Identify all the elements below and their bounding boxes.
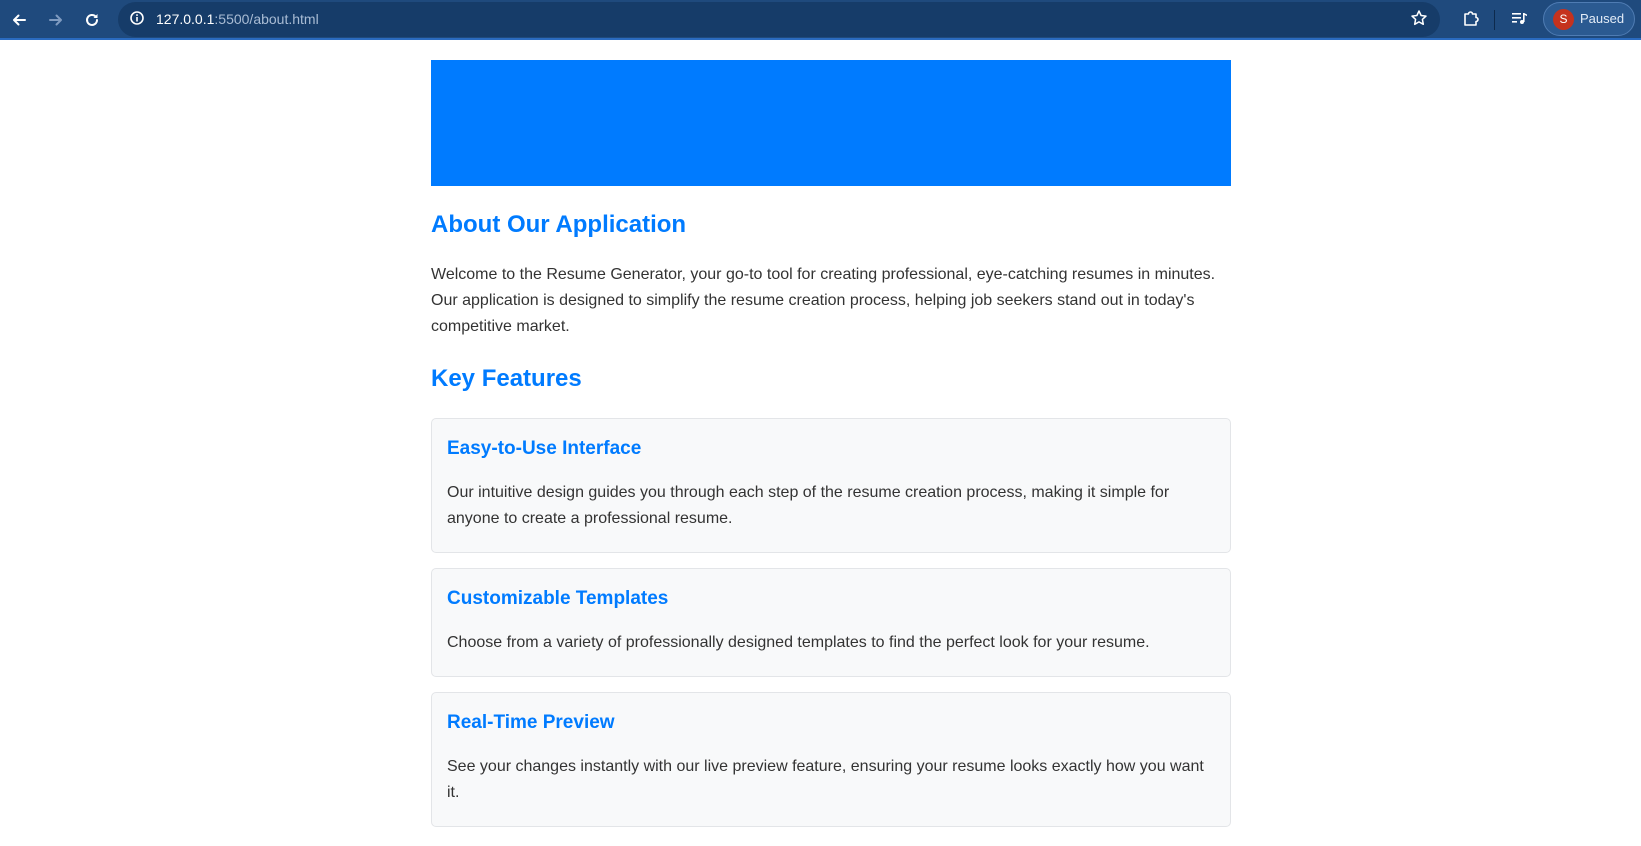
extensions-button[interactable] bbox=[1455, 4, 1487, 36]
url-host: 127.0.0.1 bbox=[156, 11, 215, 27]
media-controls-icon bbox=[1510, 9, 1528, 32]
arrow-left-icon bbox=[11, 12, 27, 28]
feature-title: Easy-to-Use Interface bbox=[447, 438, 642, 459]
info-icon bbox=[129, 10, 145, 31]
feature-description: Our intuitive design guides you through … bbox=[447, 484, 1170, 527]
media-controls-button[interactable] bbox=[1503, 4, 1535, 36]
page-viewport: About Our Application Welcome to the Res… bbox=[0, 40, 1641, 846]
feature-description: See your changes instantly with our live… bbox=[447, 758, 1204, 801]
back-button[interactable] bbox=[3, 4, 35, 36]
feature-card: Easy-to-Use Interface Our intuitive desi… bbox=[431, 418, 1231, 553]
header-banner bbox=[431, 60, 1231, 186]
features-heading: Key Features bbox=[431, 365, 582, 392]
star-icon bbox=[1410, 9, 1428, 32]
url-text[interactable]: 127.0.0.1:5500/about.html bbox=[156, 2, 319, 37]
puzzle-icon bbox=[1462, 9, 1480, 32]
url-path: :5500/about.html bbox=[214, 11, 319, 27]
forward-button[interactable] bbox=[40, 4, 72, 36]
site-info-button[interactable] bbox=[126, 9, 148, 31]
profile-status: Paused bbox=[1580, 11, 1625, 26]
reload-button[interactable] bbox=[76, 4, 108, 36]
profile-button[interactable]: S Paused bbox=[1543, 2, 1635, 36]
feature-list: Easy-to-Use Interface Our intuitive desi… bbox=[431, 418, 1231, 827]
feature-title: Customizable Templates bbox=[447, 588, 669, 609]
feature-title: Real-Time Preview bbox=[447, 712, 615, 733]
about-heading: About Our Application bbox=[431, 211, 687, 238]
avatar: S bbox=[1553, 9, 1574, 30]
about-intro: Welcome to the Resume Generator, your go… bbox=[431, 266, 1216, 335]
toolbar-separator bbox=[1494, 10, 1495, 30]
feature-description: Choose from a variety of professionally … bbox=[447, 634, 1150, 651]
reload-icon bbox=[84, 12, 100, 28]
browser-toolbar: 127.0.0.1:5500/about.html S Paused bbox=[0, 0, 1641, 40]
address-bar[interactable]: 127.0.0.1:5500/about.html bbox=[118, 2, 1440, 37]
arrow-right-icon bbox=[48, 12, 64, 28]
feature-card: Customizable Templates Choose from a var… bbox=[431, 568, 1231, 677]
content-container: About Our Application Welcome to the Res… bbox=[431, 60, 1231, 827]
feature-card: Real-Time Preview See your changes insta… bbox=[431, 692, 1231, 827]
bookmark-button[interactable] bbox=[1406, 7, 1432, 33]
